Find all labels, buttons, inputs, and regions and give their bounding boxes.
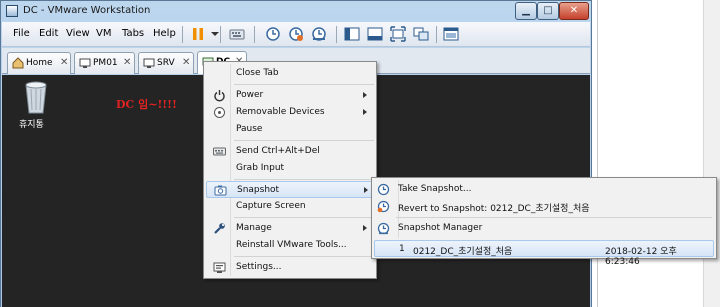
menu-item-snapshot-manager[interactable]: Snapshot Manager xyxy=(374,220,714,237)
tab-label: Home xyxy=(26,58,53,68)
menu-item-capture-screen[interactable]: Capture Screen xyxy=(206,198,374,215)
guest-desktop-text: DC 임~!!!! xyxy=(116,98,177,111)
menu-item-label: Snapshot xyxy=(237,185,280,195)
minimize-button[interactable]: ▁ xyxy=(515,2,537,20)
show-library-icon[interactable] xyxy=(343,25,361,43)
unity-icon[interactable] xyxy=(412,25,430,43)
recycle-bin-label: 휴지통 xyxy=(19,120,44,130)
menu-vm[interactable]: VM xyxy=(96,28,111,39)
chevron-down-icon[interactable] xyxy=(206,25,219,43)
toolbar-separator xyxy=(182,26,183,43)
tab-home[interactable]: Home ✕ xyxy=(7,52,71,74)
menu-item-label: Removable Devices xyxy=(236,107,325,117)
menu-item-label: Revert to Snapshot: 0212_DC_초기설정_처음 xyxy=(398,204,590,214)
console-view-icon[interactable] xyxy=(442,25,460,43)
thumbnail-bar-icon[interactable] xyxy=(366,25,384,43)
menu-separator xyxy=(396,217,712,218)
menu-tabs[interactable]: Tabs xyxy=(122,28,144,39)
pause-icon[interactable] xyxy=(189,25,207,43)
settings-icon xyxy=(213,261,226,274)
menu-item-removable-devices[interactable]: Removable Devices xyxy=(206,104,374,121)
toolbar-separator xyxy=(254,26,255,43)
revert-snapshot-icon[interactable] xyxy=(287,25,305,43)
snapshot-index: 1 xyxy=(399,244,405,254)
revert-snapshot-icon xyxy=(377,200,390,213)
power-icon xyxy=(213,89,226,102)
submenu-arrow-icon xyxy=(364,187,368,193)
menu-item-snapshot[interactable]: Snapshot xyxy=(206,181,374,198)
toolbar-separator xyxy=(436,26,437,43)
menu-view[interactable]: View xyxy=(66,28,90,39)
maximize-button[interactable]: □ xyxy=(537,2,559,20)
submenu-arrow-icon xyxy=(363,225,367,231)
menu-item-label: Manage xyxy=(236,223,272,233)
snapshot-icon xyxy=(214,184,227,197)
menu-edit[interactable]: Edit xyxy=(39,28,58,39)
send-keys-icon[interactable] xyxy=(228,25,246,43)
menu-item-label: Settings... xyxy=(236,262,282,272)
menu-file[interactable]: File xyxy=(13,28,30,39)
menu-item-label: Reinstall VMware Tools... xyxy=(236,240,347,250)
menu-help[interactable]: Help xyxy=(153,28,176,39)
menu-separator xyxy=(234,256,374,257)
tab-context-menu: Close Tab Power Removable Devices Pause … xyxy=(203,61,377,279)
keyboard-icon xyxy=(213,145,226,158)
menu-separator xyxy=(234,84,374,85)
vm-icon xyxy=(79,57,91,69)
snapshot-manager-icon xyxy=(377,222,390,235)
close-tab-icon[interactable]: ✕ xyxy=(123,57,131,68)
menu-item-revert-snapshot[interactable]: Revert to Snapshot: 0212_DC_초기설정_처음 xyxy=(374,198,714,215)
menu-separator xyxy=(234,179,374,180)
menu-item-take-snapshot[interactable]: Take Snapshot... xyxy=(374,181,714,198)
home-icon xyxy=(12,57,24,69)
menu-item-send-ctrl-alt-del[interactable]: Send Ctrl+Alt+Del xyxy=(206,143,374,160)
window-title: DC - VMware Workstation xyxy=(23,5,151,16)
menu-item-label: Take Snapshot... xyxy=(398,184,472,194)
vmware-app-icon xyxy=(6,5,18,17)
snapshot-date: 2018-02-12 오후 6:23:46 xyxy=(605,247,677,267)
full-screen-icon[interactable] xyxy=(389,25,407,43)
menu-item-reinstall-tools[interactable]: Reinstall VMware Tools... xyxy=(206,237,374,254)
tab-label: PM01 xyxy=(93,58,118,68)
menu-item-label: Power xyxy=(236,90,264,100)
menu-item-settings[interactable]: Settings... xyxy=(206,259,374,276)
menu-item-pause[interactable]: Pause xyxy=(206,121,374,138)
menu-item-close-tab[interactable]: Close Tab xyxy=(206,65,374,82)
take-snapshot-icon[interactable] xyxy=(264,25,282,43)
snapshot-manager-icon[interactable] xyxy=(310,25,328,43)
close-tab-icon[interactable]: ✕ xyxy=(182,57,190,68)
snapshot-name: 0212_DC_초기설정_처음 xyxy=(413,247,513,257)
menu-item-power[interactable]: Power xyxy=(206,87,374,104)
vm-icon xyxy=(143,57,155,69)
close-tab-icon[interactable]: ✕ xyxy=(60,57,68,68)
menu-item-label: Close Tab xyxy=(236,68,279,78)
menu-item-manage[interactable]: Manage xyxy=(206,220,374,237)
tab-pm01[interactable]: PM01 ✕ xyxy=(74,52,135,74)
toolbar-separator xyxy=(336,26,337,43)
wrench-icon xyxy=(213,222,226,235)
menubar: File Edit View VM Tabs Help xyxy=(2,22,590,47)
menu-item-label: Grab Input xyxy=(236,163,285,173)
take-snapshot-icon xyxy=(377,183,390,196)
submenu-arrow-icon xyxy=(363,92,367,98)
menu-item-label: Pause xyxy=(236,124,263,134)
toolbar-separator xyxy=(220,26,221,43)
submenu-arrow-icon xyxy=(363,109,367,115)
menu-item-label: Send Ctrl+Alt+Del xyxy=(236,146,320,156)
title-bar: DC - VMware Workstation ▁ □ ✕ xyxy=(1,1,591,23)
snapshot-entry[interactable]: 1 0212_DC_초기설정_처음 2018-02-12 오후 6:23:46 xyxy=(374,240,714,267)
snapshot-submenu: Take Snapshot... Revert to Snapshot: 021… xyxy=(371,177,717,267)
menu-separator xyxy=(234,140,374,141)
tab-label: SRV xyxy=(157,58,175,68)
recycle-bin-icon[interactable] xyxy=(20,79,52,115)
close-button[interactable]: ✕ xyxy=(559,2,589,20)
menu-item-grab-input[interactable]: Grab Input xyxy=(206,160,374,177)
disc-icon xyxy=(213,106,226,119)
menu-separator xyxy=(234,217,374,218)
menu-item-label: Snapshot Manager xyxy=(398,223,483,233)
menu-item-label: Capture Screen xyxy=(236,201,306,211)
tab-srv[interactable]: SRV ✕ xyxy=(138,52,194,74)
